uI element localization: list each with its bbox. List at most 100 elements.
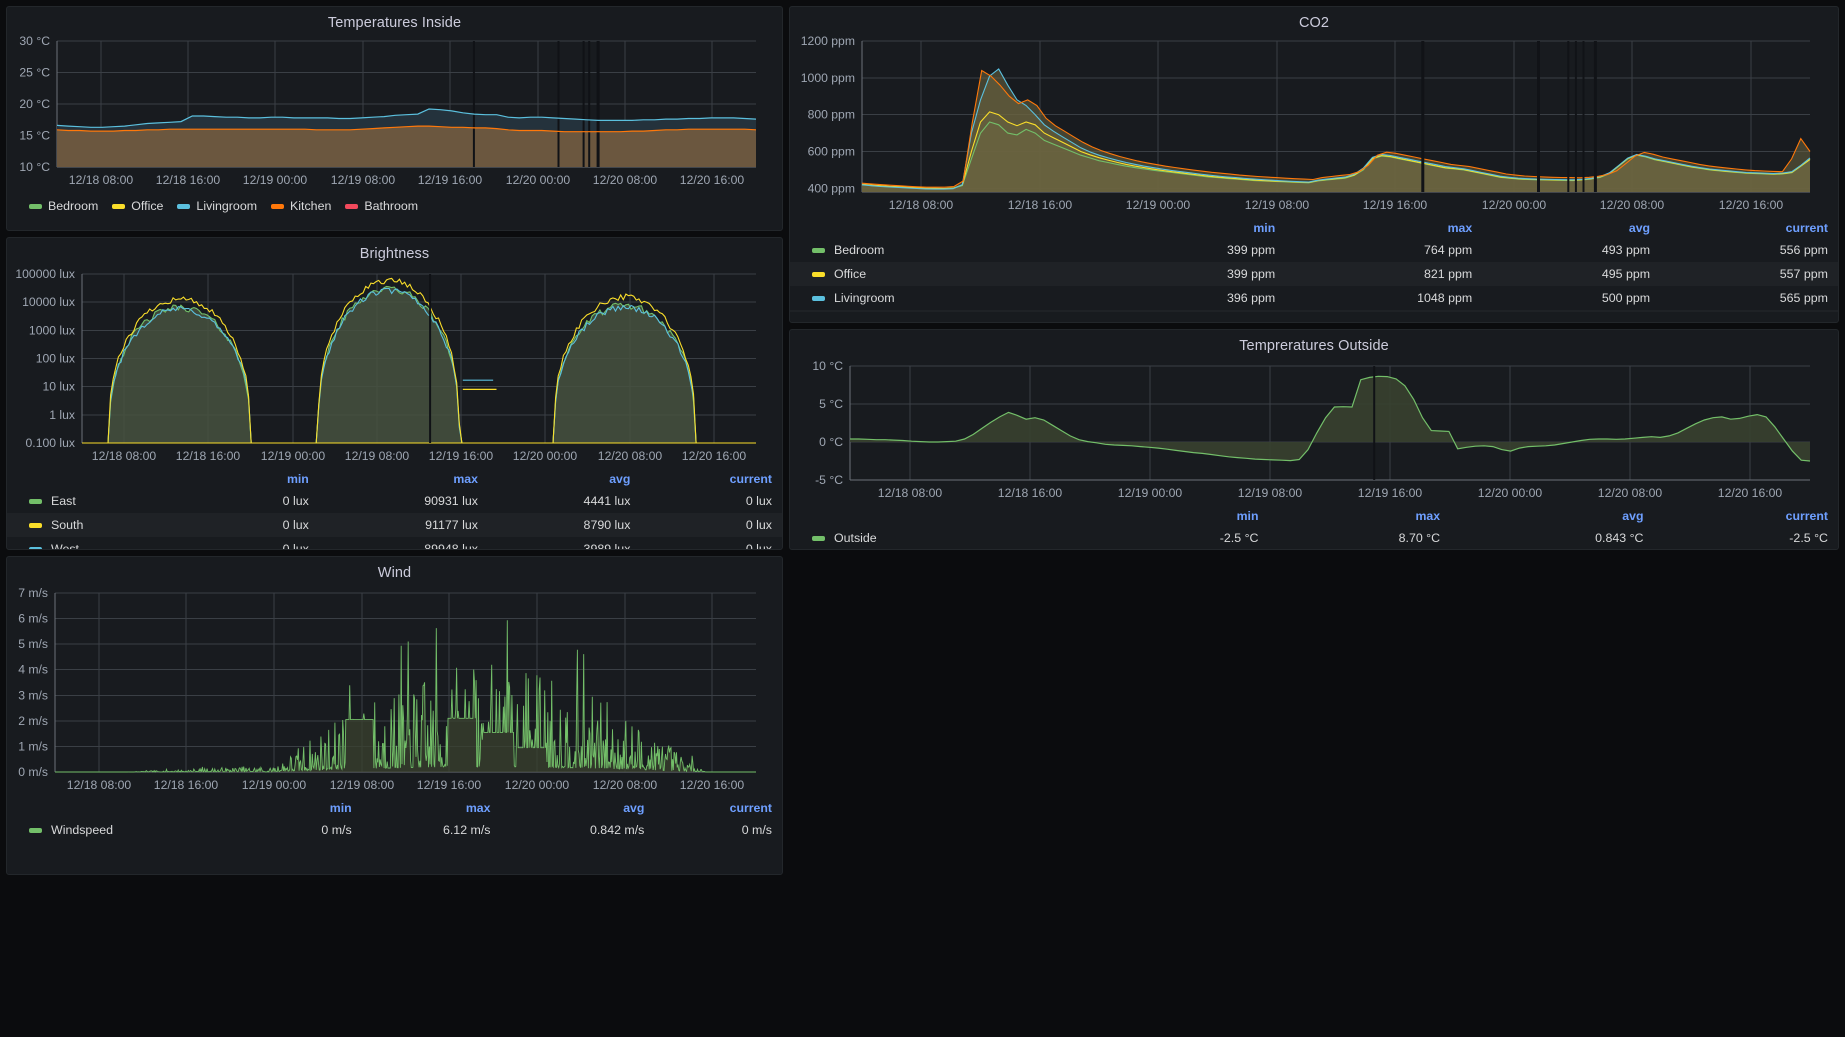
svg-text:1 lux: 1 lux xyxy=(49,408,75,422)
legend-row[interactable]: Windspeed 0 m/s 6.12 m/s 0.842 m/s 0 m/s xyxy=(7,818,782,842)
legend-header-max[interactable]: max xyxy=(319,469,488,489)
svg-text:12/19 00:00: 12/19 00:00 xyxy=(1126,198,1191,212)
chart-temperatures-inside[interactable]: 10 °C 15 °C 20 °C 25 °C 30 °C 12/18 08:00 12/1… xyxy=(7,33,782,193)
legend-row[interactable]: Outside -2.5 °C 8.70 °C 0.843 °C -2.5 °C xyxy=(790,526,1838,549)
legend-value-avg: 493 ppm xyxy=(1601,243,1651,257)
svg-text:12/18 08:00: 12/18 08:00 xyxy=(67,778,132,792)
legend-row-name-cell[interactable]: Livingroom xyxy=(790,286,1107,310)
chart-co2[interactable]: 400 ppm 600 ppm 800 ppm 1000 ppm 1200 ppm 12/… xyxy=(790,33,1838,218)
chart-brightness[interactable]: 0.100 lux 1 lux 10 lux 100 lux 1000 lux 10000… xyxy=(7,264,782,469)
legend-row[interactable]: Office 399 ppm 821 ppm 495 ppm 557 ppm xyxy=(790,262,1838,286)
legend-wind[interactable]: min max avg current Windspeed 0 m/s 6.12 m/s 0.… xyxy=(7,798,782,842)
legend-value-min: 406 ppm xyxy=(1107,310,1285,312)
panel-temperatures-inside[interactable]: Temperatures Inside 10 °C 15 °C 20 °C 25 °C… xyxy=(6,6,783,231)
svg-text:10000 lux: 10000 lux xyxy=(22,295,75,309)
svg-text:3 m/s: 3 m/s xyxy=(18,688,48,702)
legend-temperatures-outside[interactable]: min max avg current Outside -2.5 °C 8.70 °C 0.8… xyxy=(790,506,1838,549)
svg-text:12/19 08:00: 12/19 08:00 xyxy=(345,449,410,463)
svg-text:1200 ppm: 1200 ppm xyxy=(801,34,855,48)
legend-row[interactable]: Livingroom 396 ppm 1048 ppm 500 ppm 565 ppm xyxy=(790,286,1838,310)
legend-row[interactable]: West 0 lux 89948 lux 3989 lux 0 lux xyxy=(7,537,782,550)
legend-header-min[interactable]: min xyxy=(1096,506,1269,526)
legend-header-row: min max avg current xyxy=(7,469,782,489)
legend-header-max[interactable]: max xyxy=(1285,218,1482,238)
legend-header-current[interactable]: current xyxy=(1660,218,1838,238)
legend-header-name xyxy=(7,469,217,489)
legend-color-swatch xyxy=(112,203,126,209)
svg-text:12/20 16:00: 12/20 16:00 xyxy=(680,778,745,792)
svg-text:12/19 16:00: 12/19 16:00 xyxy=(1358,486,1423,500)
legend-row-name-cell[interactable]: Outside xyxy=(790,526,1096,549)
legend-item-label: Kitchen xyxy=(290,199,332,213)
legend-header-row: min max avg current xyxy=(790,218,1838,238)
legend-item-kitchen[interactable]: Kitchen xyxy=(271,199,331,213)
legend-header-current[interactable]: current xyxy=(654,798,782,818)
legend-row[interactable]: Bedroom 399 ppm 764 ppm 493 ppm 556 ppm xyxy=(790,238,1838,262)
chart-temperatures-outside[interactable]: -5 °C 0 °C 5 °C 10 °C 12/18 08:00 12/18 16:00… xyxy=(790,356,1838,506)
legend-header-name xyxy=(790,506,1096,526)
legend-row[interactable]: Bathroom406 ppm1041 ppm510 ppm600 ppm xyxy=(790,310,1838,312)
legend-row-name-cell[interactable]: Windspeed xyxy=(7,818,261,842)
panel-brightness[interactable]: Brightness 0.100 lux 1 lux 10 lux 100 lux 10… xyxy=(6,237,783,550)
legend-header-max[interactable]: max xyxy=(1268,506,1450,526)
legend-row-name-cell[interactable]: West xyxy=(7,537,217,549)
legend-row-name-cell[interactable]: Office xyxy=(790,262,1107,286)
panel-co2[interactable]: CO2 400 ppm 600 ppm 800 ppm 1000 ppm 1200 pp… xyxy=(789,6,1839,323)
legend-value-min: 396 ppm xyxy=(1227,291,1276,305)
legend-color-swatch xyxy=(812,295,825,301)
legend-color-swatch xyxy=(29,522,42,528)
legend-item-office[interactable]: Office xyxy=(112,199,163,213)
legend-header-min[interactable]: min xyxy=(217,469,319,489)
legend-row-name-cell[interactable]: Bathroom xyxy=(790,310,1107,312)
svg-text:25 °C: 25 °C xyxy=(19,66,50,80)
legend-header-current[interactable]: current xyxy=(1653,506,1838,526)
legend-value-avg: 3989 lux xyxy=(583,542,631,550)
svg-text:100000 lux: 100000 lux xyxy=(15,267,75,281)
panel-wind[interactable]: Wind 0 m/s 1 m/s 2 m/s 3 m/s 4 m/s 5 m/s 6 m/s… xyxy=(6,556,783,875)
legend-header-max[interactable]: max xyxy=(362,798,501,818)
legend-header-avg[interactable]: avg xyxy=(488,469,640,489)
legend-header-avg[interactable]: avg xyxy=(501,798,655,818)
chart-wind[interactable]: 0 m/s 1 m/s 2 m/s 3 m/s 4 m/s 5 m/s 6 m/s 7 m/s… xyxy=(7,583,782,798)
legend-row-name-cell[interactable]: Bedroom xyxy=(790,238,1107,262)
svg-text:12/20 08:00: 12/20 08:00 xyxy=(1598,486,1663,500)
legend-value-avg: 0.842 m/s xyxy=(589,823,645,837)
legend-table-brightness: min max avg current East 0 lux 90931 lux 4441 l… xyxy=(7,469,782,550)
svg-text:12/20 00:00: 12/20 00:00 xyxy=(1478,486,1543,500)
legend-header-avg[interactable]: avg xyxy=(1482,218,1660,238)
legend-brightness[interactable]: min max avg current East 0 lux 90931 lux 4441 l… xyxy=(7,469,782,550)
legend-row[interactable]: South 0 lux 91177 lux 8790 lux 0 lux xyxy=(7,513,782,537)
legend-item-bathroom[interactable]: Bathroom xyxy=(345,199,418,213)
svg-text:0 °C: 0 °C xyxy=(819,435,843,449)
svg-text:12/18 08:00: 12/18 08:00 xyxy=(69,173,134,187)
legend-header-avg[interactable]: avg xyxy=(1450,506,1653,526)
legend-value-current: -2.5 °C xyxy=(1789,531,1828,545)
legend-header-min[interactable]: min xyxy=(261,798,362,818)
legend-value-current: 557 ppm xyxy=(1779,267,1828,281)
legend-value-current: 565 ppm xyxy=(1779,291,1828,305)
svg-text:2 m/s: 2 m/s xyxy=(18,714,48,728)
legend-item-bedroom[interactable]: Bedroom xyxy=(29,199,98,213)
legend-co2[interactable]: min max avg current Bedroom 399 ppm 764 ppm 493… xyxy=(790,218,1838,312)
svg-text:-5 °C: -5 °C xyxy=(815,473,843,487)
legend-header-min[interactable]: min xyxy=(1107,218,1285,238)
svg-text:30 °C: 30 °C xyxy=(19,34,50,48)
legend-header-current[interactable]: current xyxy=(640,469,782,489)
svg-text:12/20 00:00: 12/20 00:00 xyxy=(1482,198,1547,212)
legend-row-name-cell[interactable]: South xyxy=(7,513,217,537)
svg-text:10 lux: 10 lux xyxy=(42,380,75,394)
svg-text:12/18 16:00: 12/18 16:00 xyxy=(176,449,241,463)
panel-title-wind: Wind xyxy=(377,565,412,581)
legend-color-swatch xyxy=(812,271,825,277)
legend-series-label: Bedroom xyxy=(834,243,885,257)
legend-row[interactable]: East 0 lux 90931 lux 4441 lux 0 lux xyxy=(7,489,782,513)
legend-value-min: 0 lux xyxy=(282,518,309,532)
legend-row-name-cell[interactable]: East xyxy=(7,489,217,513)
svg-text:12/19 00:00: 12/19 00:00 xyxy=(1118,486,1183,500)
legend-value-max: 6.12 m/s xyxy=(442,823,491,837)
legend-value-max: 1041 ppm xyxy=(1285,310,1482,312)
panel-temperatures-outside[interactable]: Tempreratures Outside -5 °C 0 °C 5 °C 10 °C… xyxy=(789,329,1839,550)
legend-value-avg: 500 ppm xyxy=(1601,291,1651,305)
legend-color-swatch xyxy=(29,498,42,504)
legend-item-livingroom[interactable]: Livingroom xyxy=(177,199,257,213)
